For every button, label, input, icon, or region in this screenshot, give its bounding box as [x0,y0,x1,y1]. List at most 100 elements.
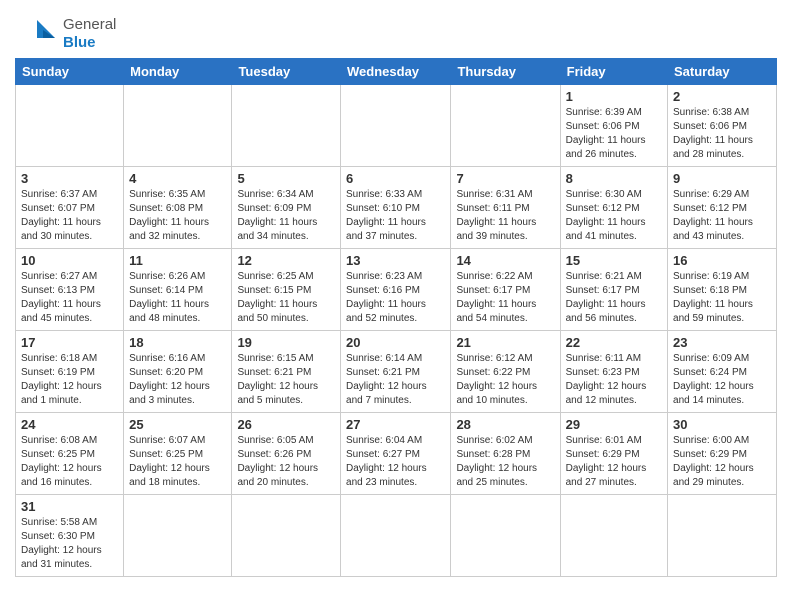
header: GeneralBlue [15,10,777,52]
day-info: Sunrise: 6:18 AM Sunset: 6:19 PM Dayligh… [21,352,118,408]
week-row-0: 1Sunrise: 6:39 AM Sunset: 6:06 PM Daylig… [16,85,777,167]
day-number: 25 [129,417,226,432]
week-row-2: 10 Sunrise: 6:27 AM Sunset: 6:13 PM Dayli… [16,249,777,331]
day-number: 29 [566,417,662,432]
day-number: 19 [237,335,335,350]
calendar-cell: 18 Sunrise: 6:16 AM Sunset: 6:20 PM Dayli… [124,331,232,413]
calendar-cell: 2Sunrise: 6:38 AM Sunset: 6:06 PM Daylig… [668,85,777,167]
day-info: Sunrise: 6:33 AM Sunset: 6:10 PM Dayligh… [346,188,445,244]
calendar-cell: 22 Sunrise: 6:11 AM Sunset: 6:23 PM Dayli… [560,331,667,413]
day-info: Sunrise: 6:02 AM Sunset: 6:28 PM Dayligh… [456,434,554,490]
calendar-cell: 30Sunrise: 6:00 AM Sunset: 6:29 PM Dayli… [668,413,777,495]
calendar-table: SundayMondayTuesdayWednesdayThursdayFrid… [15,58,777,577]
day-info: Sunrise: 6:08 AM Sunset: 6:25 PM Dayligh… [21,434,118,490]
day-info: Sunrise: 6:30 AM Sunset: 6:12 PM Dayligh… [566,188,662,244]
calendar-cell: 19 Sunrise: 6:15 AM Sunset: 6:21 PM Dayli… [232,331,341,413]
day-number: 9 [673,171,771,186]
day-info: Sunrise: 6:09 AM Sunset: 6:24 PM Dayligh… [673,352,771,408]
calendar-cell: 23 Sunrise: 6:09 AM Sunset: 6:24 PM Dayli… [668,331,777,413]
calendar-cell: 17 Sunrise: 6:18 AM Sunset: 6:19 PM Dayli… [16,331,124,413]
day-info: Sunrise: 6:11 AM Sunset: 6:23 PM Dayligh… [566,352,662,408]
day-info: Sunrise: 6:23 AM Sunset: 6:16 PM Dayligh… [346,270,445,326]
day-info: Sunrise: 6:19 AM Sunset: 6:18 PM Dayligh… [673,270,771,326]
day-number: 7 [456,171,554,186]
weekday-header-tuesday: Tuesday [232,59,341,85]
calendar-cell [668,495,777,577]
day-number: 21 [456,335,554,350]
calendar-cell [341,85,451,167]
logo-general-text: General [63,16,116,33]
day-number: 24 [21,417,118,432]
calendar-cell [124,85,232,167]
day-info: Sunrise: 6:07 AM Sunset: 6:25 PM Dayligh… [129,434,226,490]
day-info: Sunrise: 6:22 AM Sunset: 6:17 PM Dayligh… [456,270,554,326]
weekday-header-friday: Friday [560,59,667,85]
day-info: Sunrise: 6:14 AM Sunset: 6:21 PM Dayligh… [346,352,445,408]
day-number: 18 [129,335,226,350]
calendar-cell: 28 Sunrise: 6:02 AM Sunset: 6:28 PM Dayli… [451,413,560,495]
day-number: 13 [346,253,445,268]
day-number: 11 [129,253,226,268]
calendar-cell: 21Sunrise: 6:12 AM Sunset: 6:22 PM Dayli… [451,331,560,413]
day-number: 31 [21,499,118,514]
calendar-cell: 13 Sunrise: 6:23 AM Sunset: 6:16 PM Dayli… [341,249,451,331]
day-info: Sunrise: 6:05 AM Sunset: 6:26 PM Dayligh… [237,434,335,490]
day-number: 8 [566,171,662,186]
day-number: 23 [673,335,771,350]
weekday-header-monday: Monday [124,59,232,85]
day-number: 20 [346,335,445,350]
day-info: Sunrise: 6:29 AM Sunset: 6:12 PM Dayligh… [673,188,771,244]
day-number: 16 [673,253,771,268]
calendar-cell: 27Sunrise: 6:04 AM Sunset: 6:27 PM Dayli… [341,413,451,495]
calendar-cell [232,495,341,577]
calendar-cell: 5 Sunrise: 6:34 AM Sunset: 6:09 PM Daylig… [232,167,341,249]
day-info: Sunrise: 6:21 AM Sunset: 6:17 PM Dayligh… [566,270,662,326]
day-number: 14 [456,253,554,268]
calendar-cell: 11 Sunrise: 6:26 AM Sunset: 6:14 PM Dayli… [124,249,232,331]
calendar-cell: 15 Sunrise: 6:21 AM Sunset: 6:17 PM Dayli… [560,249,667,331]
day-info: Sunrise: 6:27 AM Sunset: 6:13 PM Dayligh… [21,270,118,326]
day-number: 5 [237,171,335,186]
day-number: 28 [456,417,554,432]
calendar-cell [451,495,560,577]
weekday-header-row: SundayMondayTuesdayWednesdayThursdayFrid… [16,59,777,85]
calendar-cell: 25 Sunrise: 6:07 AM Sunset: 6:25 PM Dayli… [124,413,232,495]
calendar-cell: 31 Sunrise: 5:58 AM Sunset: 6:30 PM Dayli… [16,495,124,577]
day-number: 10 [21,253,118,268]
week-row-1: 3Sunrise: 6:37 AM Sunset: 6:07 PM Daylig… [16,167,777,249]
calendar-cell: 24 Sunrise: 6:08 AM Sunset: 6:25 PM Dayli… [16,413,124,495]
day-info: Sunrise: 6:34 AM Sunset: 6:09 PM Dayligh… [237,188,335,244]
calendar-cell [341,495,451,577]
day-info: Sunrise: 5:58 AM Sunset: 6:30 PM Dayligh… [21,516,118,572]
calendar-cell [232,85,341,167]
calendar-cell: 7Sunrise: 6:31 AM Sunset: 6:11 PM Daylig… [451,167,560,249]
calendar-cell: 10 Sunrise: 6:27 AM Sunset: 6:13 PM Dayli… [16,249,124,331]
weekday-header-saturday: Saturday [668,59,777,85]
weekday-header-sunday: Sunday [16,59,124,85]
weekday-header-wednesday: Wednesday [341,59,451,85]
calendar-cell [16,85,124,167]
day-info: Sunrise: 6:04 AM Sunset: 6:27 PM Dayligh… [346,434,445,490]
day-number: 30 [673,417,771,432]
calendar-cell: 8 Sunrise: 6:30 AM Sunset: 6:12 PM Daylig… [560,167,667,249]
logo: GeneralBlue [15,16,116,52]
day-number: 12 [237,253,335,268]
day-info: Sunrise: 6:26 AM Sunset: 6:14 PM Dayligh… [129,270,226,326]
calendar-cell: 9 Sunrise: 6:29 AM Sunset: 6:12 PM Daylig… [668,167,777,249]
day-number: 22 [566,335,662,350]
calendar-cell: 4Sunrise: 6:35 AM Sunset: 6:08 PM Daylig… [124,167,232,249]
day-number: 3 [21,171,118,186]
day-number: 26 [237,417,335,432]
day-info: Sunrise: 6:35 AM Sunset: 6:08 PM Dayligh… [129,188,226,244]
day-info: Sunrise: 6:01 AM Sunset: 6:29 PM Dayligh… [566,434,662,490]
calendar-cell: 14 Sunrise: 6:22 AM Sunset: 6:17 PM Dayli… [451,249,560,331]
calendar-cell: 1Sunrise: 6:39 AM Sunset: 6:06 PM Daylig… [560,85,667,167]
week-row-5: 31 Sunrise: 5:58 AM Sunset: 6:30 PM Dayli… [16,495,777,577]
calendar-cell: 29 Sunrise: 6:01 AM Sunset: 6:29 PM Dayli… [560,413,667,495]
day-number: 15 [566,253,662,268]
day-number: 17 [21,335,118,350]
day-info: Sunrise: 6:39 AM Sunset: 6:06 PM Dayligh… [566,106,662,162]
day-info: Sunrise: 6:15 AM Sunset: 6:21 PM Dayligh… [237,352,335,408]
day-info: Sunrise: 6:16 AM Sunset: 6:20 PM Dayligh… [129,352,226,408]
day-info: Sunrise: 6:38 AM Sunset: 6:06 PM Dayligh… [673,106,771,162]
